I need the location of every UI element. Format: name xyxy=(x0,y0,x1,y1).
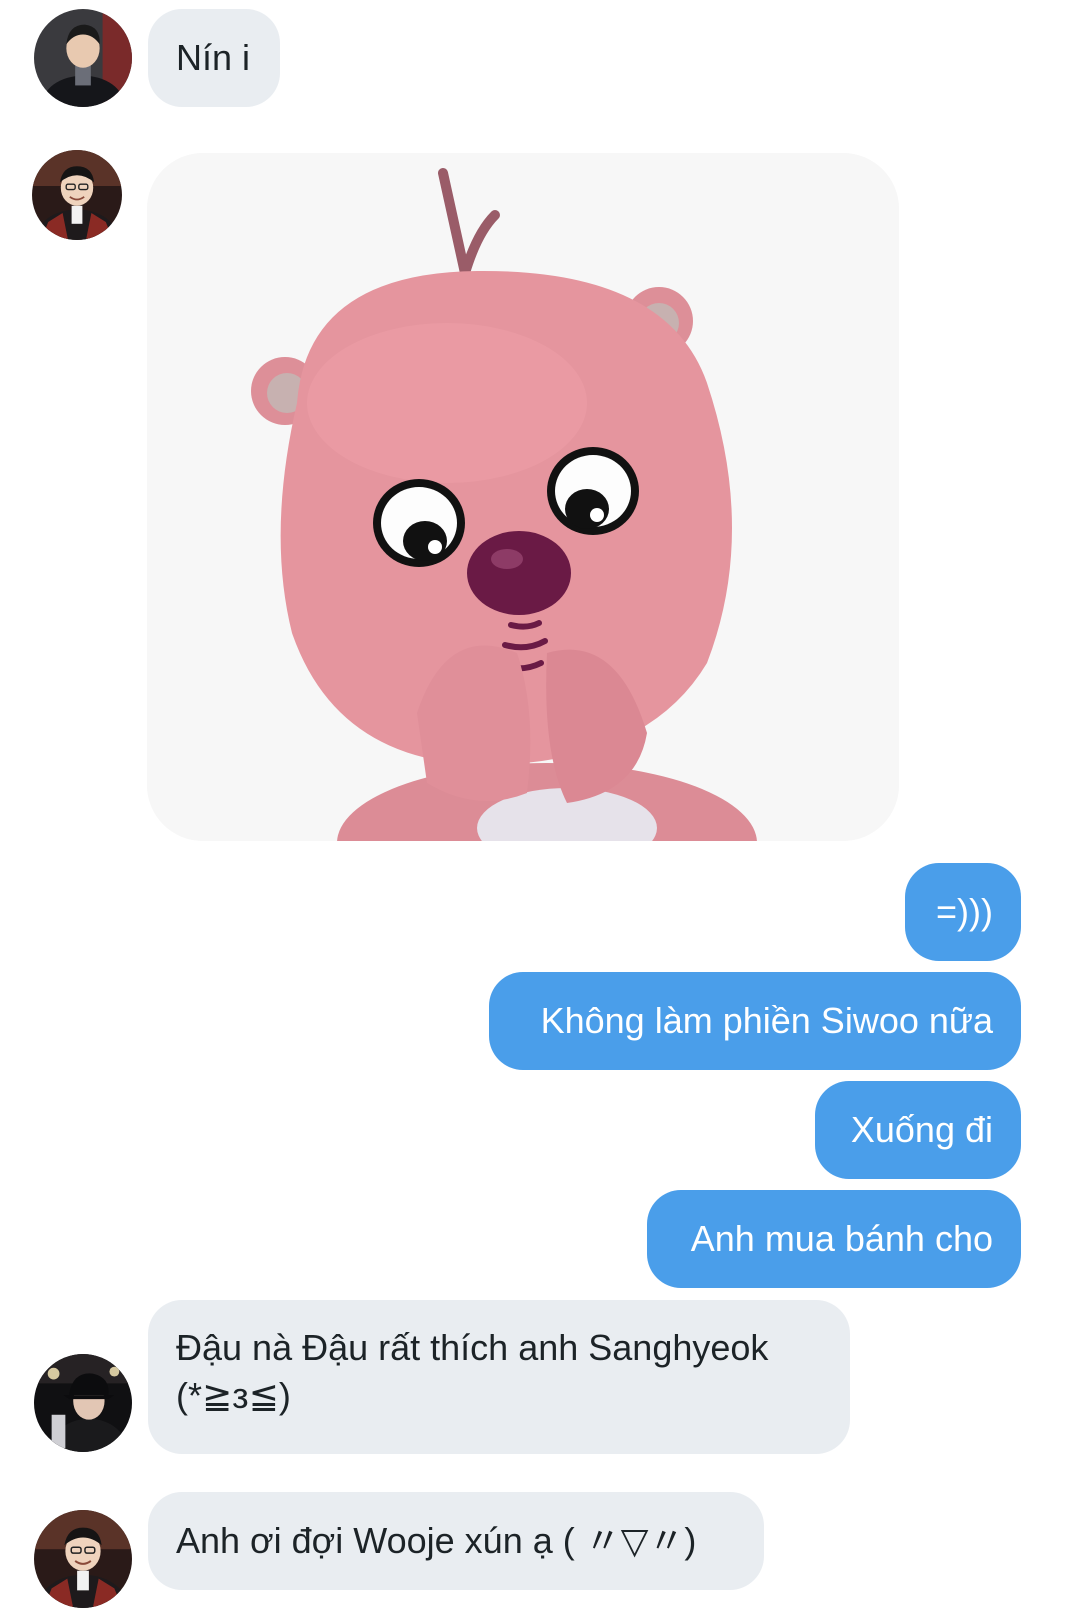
sender-avatar[interactable] xyxy=(32,150,122,240)
sender-avatar[interactable] xyxy=(34,9,132,107)
message-text: =))) xyxy=(936,891,993,932)
message-bubble-incoming[interactable]: Nín i xyxy=(148,9,280,107)
sender-avatar[interactable] xyxy=(34,1510,132,1608)
message-text: Đậu nà Đậu rất thích anh Sanghyeok xyxy=(176,1327,769,1368)
message-bubble-incoming[interactable]: Đậu nà Đậu rất thích anh Sanghyeok (*≧з≦… xyxy=(148,1300,850,1454)
message-text: Không làm phiền Siwoo nữa xyxy=(540,1000,993,1041)
message-bubble-outgoing[interactable]: =))) xyxy=(905,863,1021,961)
message-bubble-outgoing[interactable]: Anh mua bánh cho xyxy=(647,1190,1021,1288)
message-text: Anh ơi đợi Wooje xún ạ ( 〃▽〃) xyxy=(176,1520,697,1561)
message-text: (*≧з≦) xyxy=(176,1375,291,1416)
message-bubble-outgoing[interactable]: Không làm phiền Siwoo nữa xyxy=(489,972,1021,1070)
message-bubble-incoming[interactable]: Anh ơi đợi Wooje xún ạ ( 〃▽〃) xyxy=(148,1492,764,1590)
sender-avatar[interactable] xyxy=(34,1354,132,1452)
beaver-sticker[interactable] xyxy=(147,153,899,841)
message-text: Nín i xyxy=(176,37,251,78)
message-text: Xuống đi xyxy=(850,1109,993,1150)
message-text: Anh mua bánh cho xyxy=(690,1218,993,1259)
message-bubble-outgoing[interactable]: Xuống đi xyxy=(815,1081,1021,1179)
